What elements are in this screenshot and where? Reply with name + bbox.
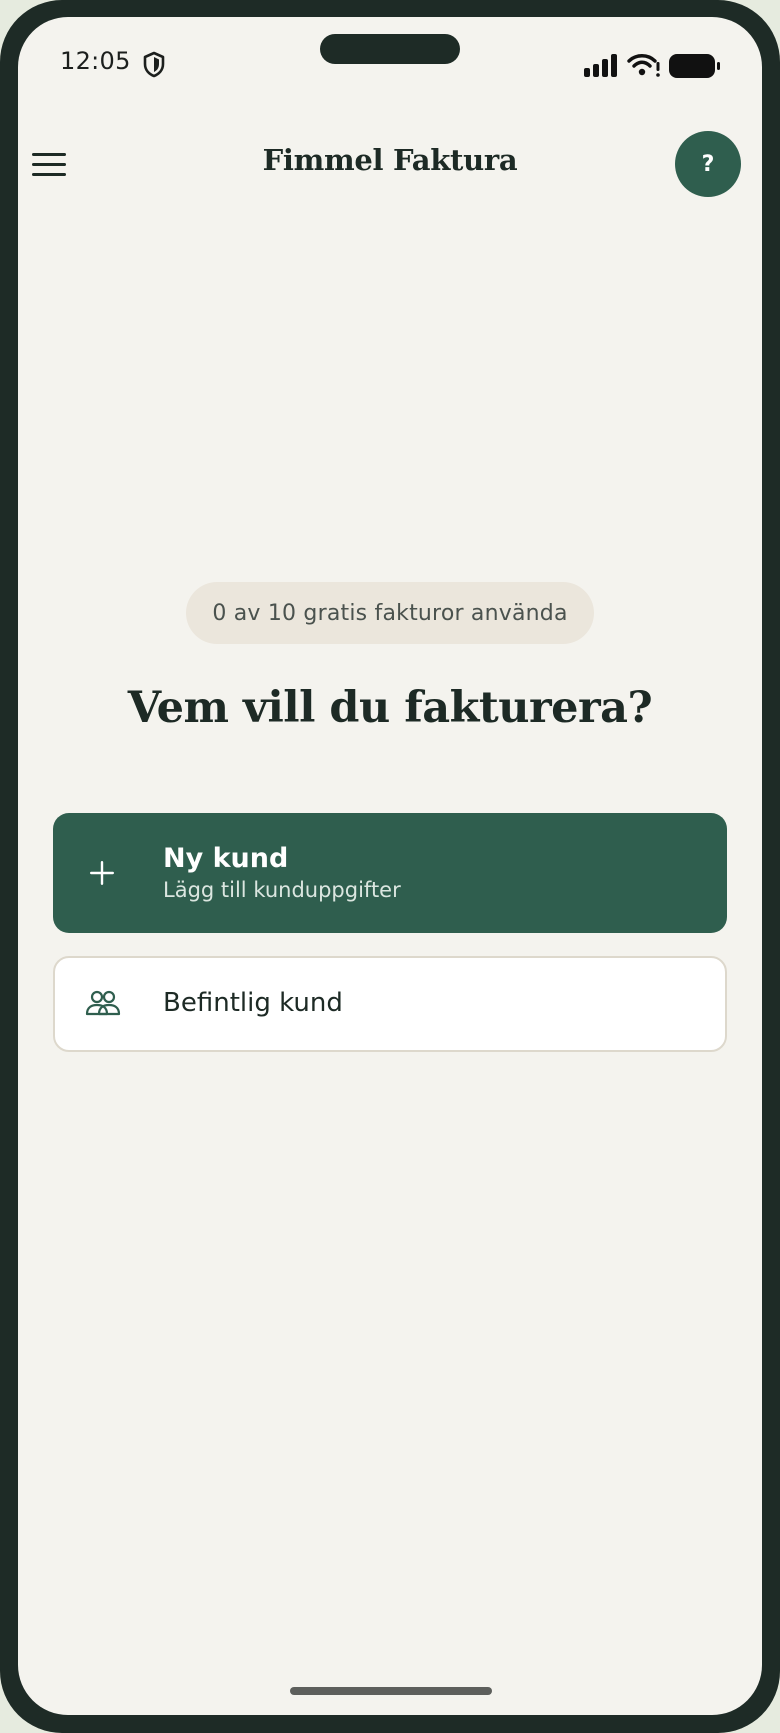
- help-button[interactable]: ?: [675, 131, 741, 197]
- new-customer-title: Ny kund: [163, 843, 289, 874]
- plus-icon: [90, 861, 114, 885]
- page-heading: Vem vill du fakturera?: [127, 683, 653, 733]
- shield-icon: [143, 51, 165, 78]
- existing-customer-button[interactable]: Befintlig kund: [53, 956, 727, 1052]
- status-time: 12:05: [60, 47, 131, 75]
- new-customer-subtitle: Lägg till kunduppgifter: [163, 878, 401, 902]
- question-mark-icon: ?: [701, 151, 715, 177]
- device-frame: 12:05 Fimmel Faktura ? 0 av 10 gratis fa…: [0, 0, 780, 1733]
- wifi-icon: [627, 54, 660, 77]
- dynamic-island: [320, 34, 460, 64]
- app-screen: 12:05 Fimmel Faktura ? 0 av 10 gratis fa…: [18, 17, 762, 1715]
- new-customer-button[interactable]: Ny kund Lägg till kunduppgifter: [53, 813, 727, 933]
- battery-icon: [669, 54, 720, 78]
- signal-icon: [584, 54, 617, 77]
- free-invoices-counter-badge: 0 av 10 gratis fakturor använda: [186, 582, 594, 644]
- existing-customer-title: Befintlig kund: [163, 988, 343, 1018]
- people-icon: [85, 990, 121, 1016]
- home-indicator[interactable]: [290, 1687, 492, 1695]
- status-bar: 12:05: [18, 17, 762, 97]
- app-title: Fimmel Faktura: [262, 143, 518, 177]
- free-invoices-counter-text: 0 av 10 gratis fakturor använda: [212, 600, 568, 626]
